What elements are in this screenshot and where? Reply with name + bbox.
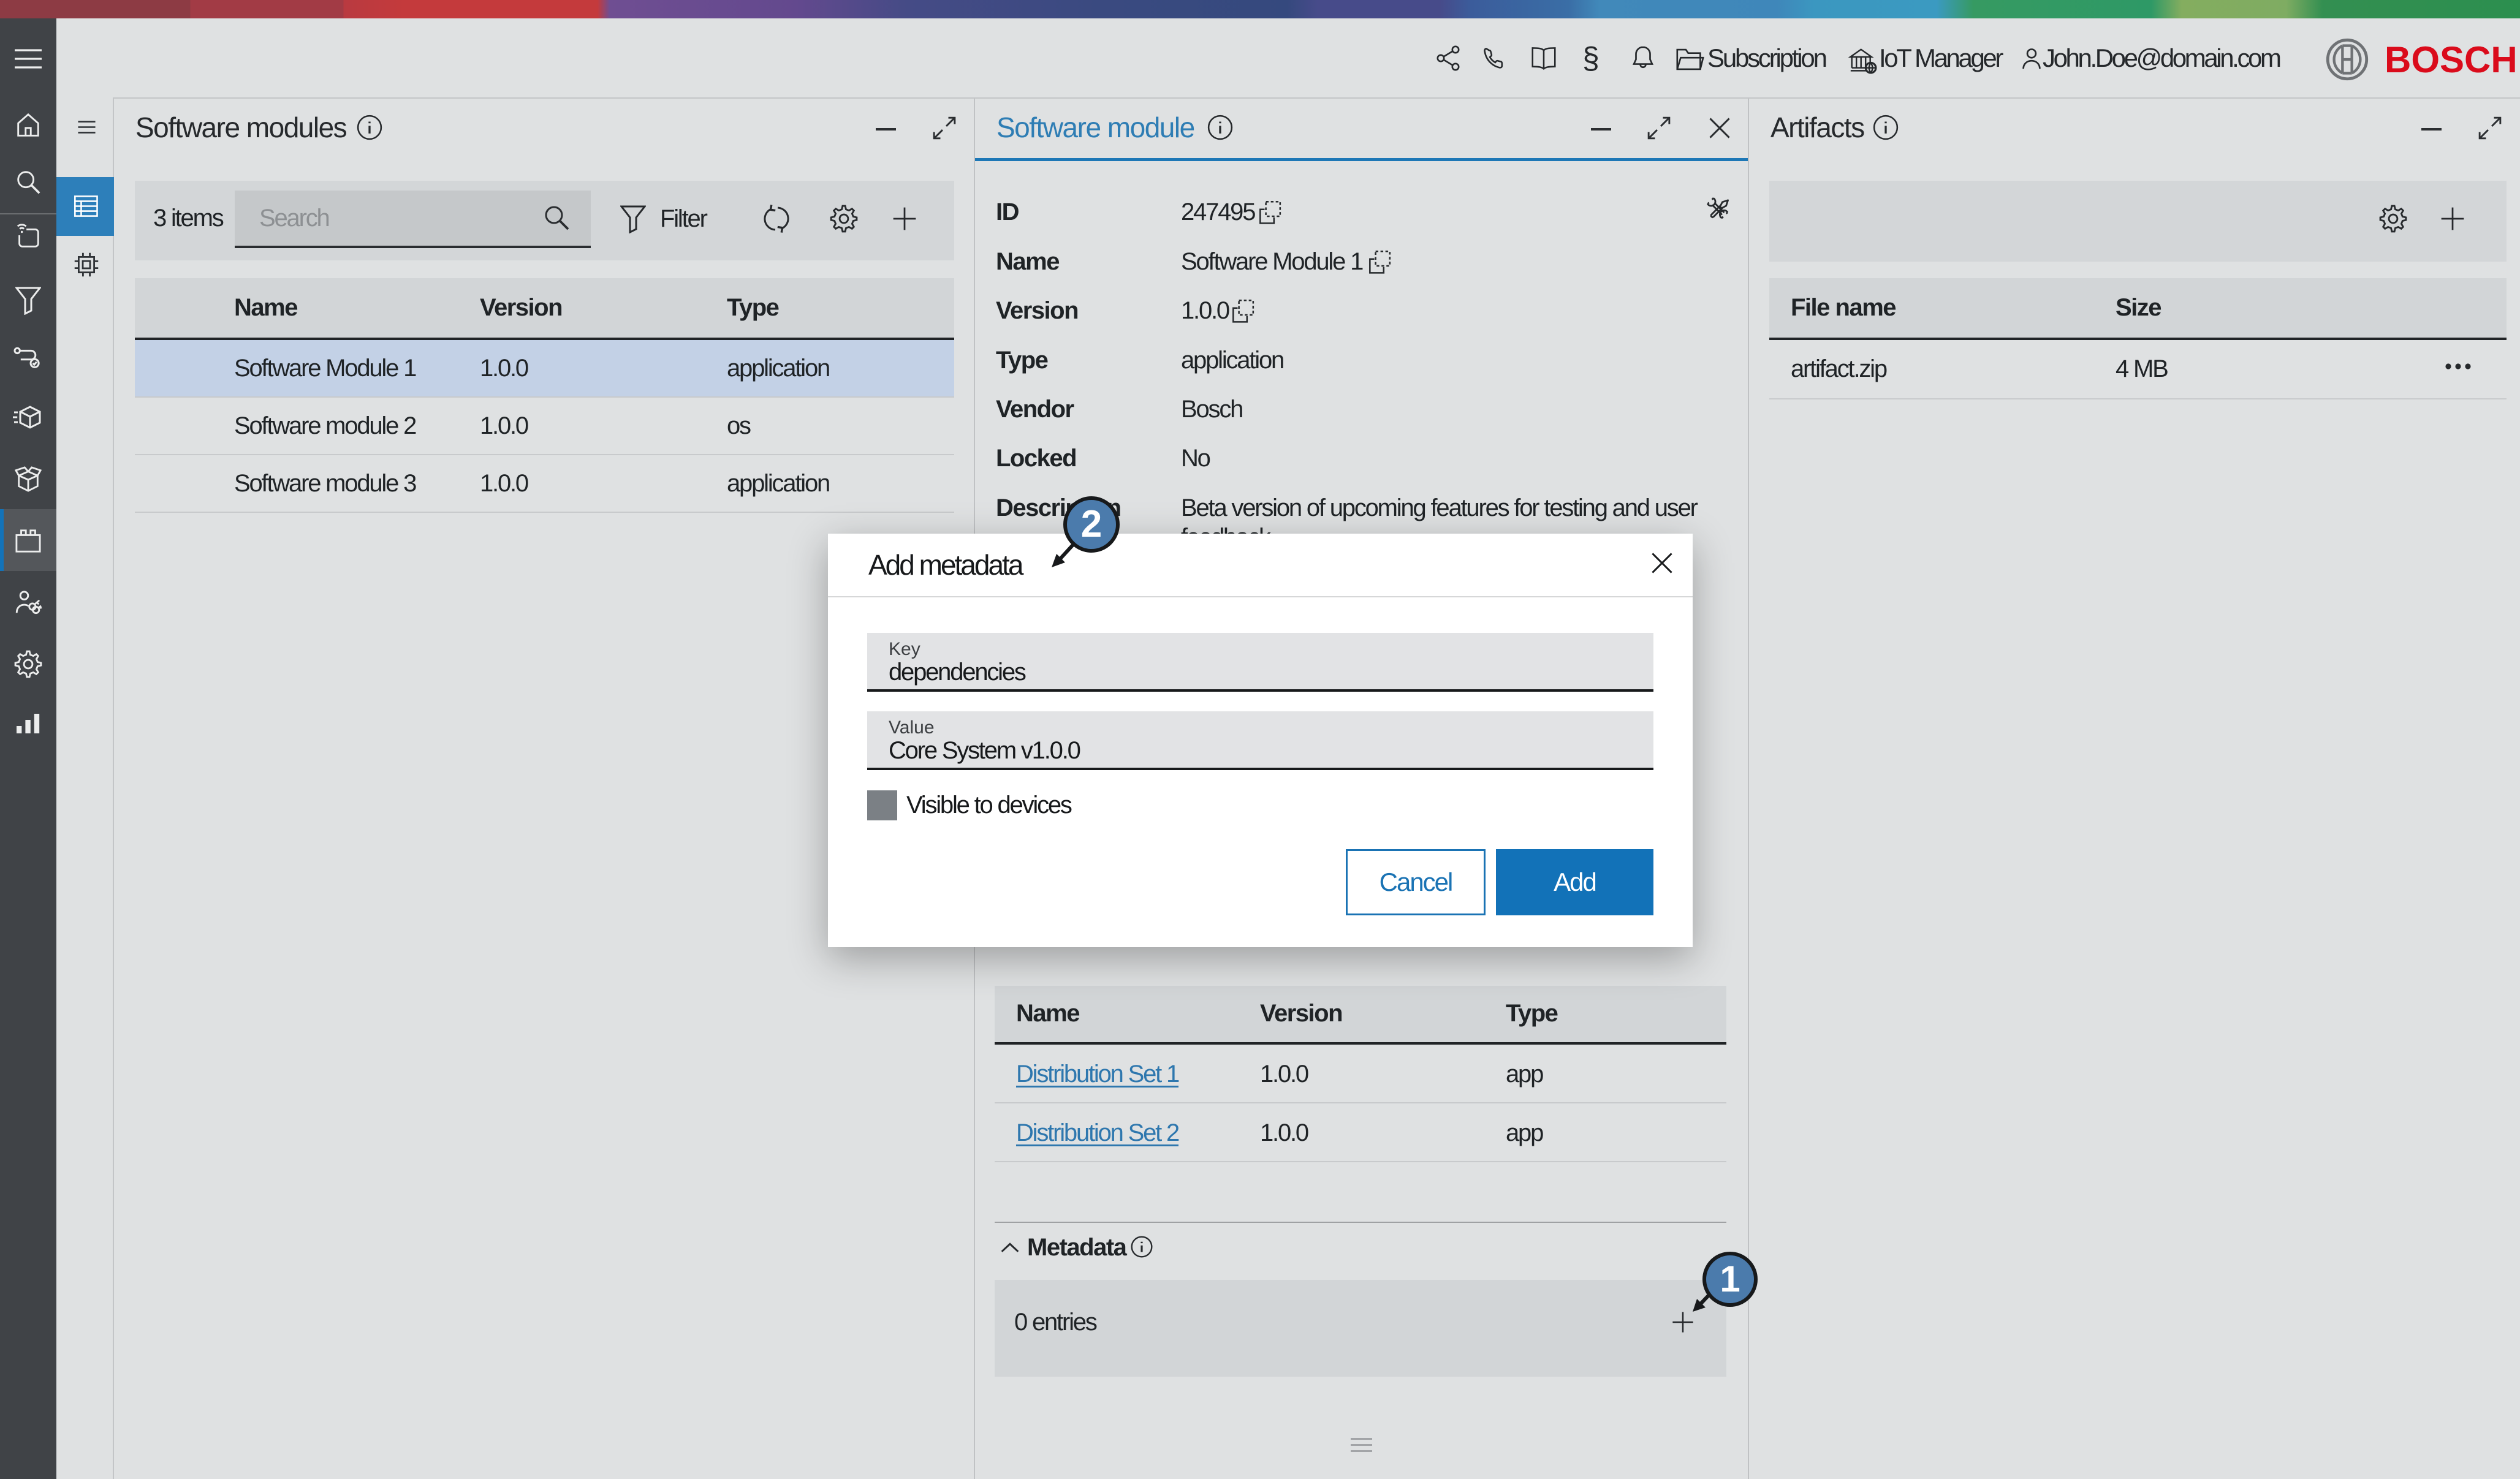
svg-text:1: 1 (1720, 1258, 1740, 1299)
svg-text:2: 2 (1081, 503, 1102, 545)
